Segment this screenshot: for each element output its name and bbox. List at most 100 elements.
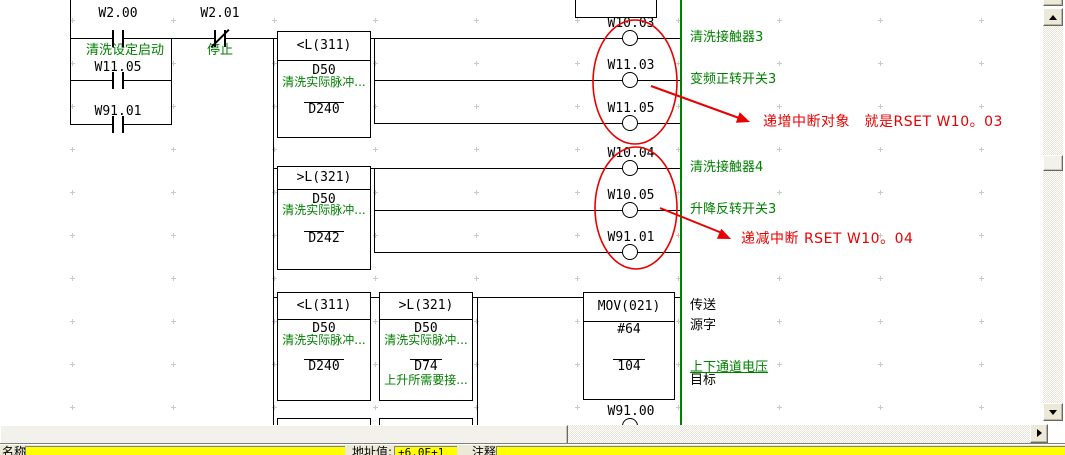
grid-mark [575, 233, 580, 238]
grid-mark [373, 276, 378, 281]
wire [374, 38, 375, 124]
horizontal-scrollbar[interactable] [0, 425, 1030, 445]
grid-mark [777, 362, 782, 367]
wire [477, 297, 478, 425]
block-operand: 上升所需要接... [380, 374, 472, 386]
grid-mark [171, 362, 176, 367]
grid-mark [575, 319, 580, 324]
grid-mark [979, 61, 984, 66]
grid-mark [474, 190, 479, 195]
scroll-down-button[interactable] [1043, 403, 1063, 421]
coil-comment: 清洗接触器4 [690, 161, 763, 174]
scroll-right-button[interactable] [1030, 424, 1048, 443]
scroll-down-icon [1049, 410, 1057, 415]
plc-ladder-editor-window: W2.00清洗设定启动W2.01停止W11.05W91.01<L(311)D50… [0, 0, 1065, 455]
coil-w10-05[interactable] [622, 202, 638, 218]
partial-block-above [575, 0, 657, 18]
block--l-311--0[interactable]: <L(311)D50清洗实际脉冲...D240 [277, 31, 371, 138]
scroll-up-icon [1049, 15, 1057, 20]
contact-w2-01[interactable] [211, 30, 229, 47]
coil-w11-03[interactable] [622, 72, 638, 88]
grid-mark [474, 104, 479, 109]
contact-bar-left [112, 116, 114, 133]
block-operand: 清洗实际脉冲... [380, 334, 472, 346]
coil-w91-01[interactable] [622, 244, 638, 260]
block-mov-021--4[interactable]: MOV(021)#64104 [583, 292, 675, 400]
grid-mark [70, 190, 75, 195]
contact-bar-right [122, 116, 124, 133]
contact-w11-05[interactable] [109, 72, 127, 89]
scroll-up-button[interactable] [1043, 8, 1063, 26]
comment-field[interactable] [496, 446, 1065, 455]
grid-mark [575, 405, 580, 410]
vertical-scroll-thumb[interactable] [1043, 155, 1063, 171]
grid-mark [474, 61, 479, 66]
ladder-canvas[interactable]: W2.00清洗设定启动W2.01停止W11.05W91.01<L(311)D50… [0, 0, 1065, 455]
coil-address-label: W11.05 [607, 103, 656, 115]
block--l-321--1[interactable]: >L(321)D50清洗实际脉冲...D242 [277, 166, 371, 270]
block-operand-overlined: D240 [304, 359, 343, 373]
grid-mark [878, 61, 883, 66]
block-operand: D240 [278, 359, 370, 373]
coil-w11-05[interactable] [622, 115, 638, 131]
coil-w10-03[interactable] [622, 30, 638, 46]
coil-address-label: W10.04 [607, 148, 656, 160]
grid-mark [474, 147, 479, 152]
grid-mark [979, 362, 984, 367]
block-operand-overlined: 104 [613, 359, 644, 373]
name-field[interactable] [25, 446, 345, 455]
grid-mark [171, 276, 176, 281]
grid-mark [777, 319, 782, 324]
address-value-field[interactable]: +6.0E+1 [394, 446, 457, 455]
block-operand: 104 [584, 359, 674, 373]
grid-mark [575, 61, 580, 66]
grid-mark [272, 18, 277, 23]
annotation-text-2: 递减中断 RSET W10。04 [741, 232, 913, 246]
grid-mark [171, 405, 176, 410]
block-operand-overlined: D74 [410, 359, 441, 373]
contact-gap [114, 79, 122, 82]
wire [374, 168, 375, 253]
grid-mark [171, 18, 176, 23]
block-operand: 清洗实际脉冲... [278, 334, 370, 346]
grid-mark [575, 18, 580, 23]
grid-mark [979, 147, 984, 152]
grid-mark [575, 190, 580, 195]
contact-w91-01[interactable] [109, 116, 127, 133]
block-title: <L(311) [278, 293, 370, 320]
block--l-311--2[interactable]: <L(311)D50清洗实际脉冲...D240 [277, 292, 371, 401]
horizontal-scroll-thumb[interactable] [0, 425, 568, 445]
grid-mark [70, 319, 75, 324]
block--l-321--3[interactable]: >L(321)D50清洗实际脉冲...D74上升所需要接... [379, 292, 473, 401]
grid-mark [373, 147, 378, 152]
contact-w2-00[interactable] [109, 30, 127, 47]
grid-mark [171, 319, 176, 324]
grid-mark [474, 276, 479, 281]
wire [171, 38, 172, 125]
status-bar: 名称: 地址值: +6.0E+1 注释: [0, 445, 1065, 455]
wire [70, 38, 277, 39]
coil-comment: 升降反转开关3 [690, 203, 776, 216]
coil-comment: 变频正转开关3 [690, 73, 776, 86]
grid-mark [777, 61, 782, 66]
grid-mark [373, 405, 378, 410]
grid-mark [979, 276, 984, 281]
right-bus-bar [680, 0, 682, 425]
grid-mark [575, 147, 580, 152]
contact-bar-left [112, 30, 114, 47]
wire [371, 297, 379, 298]
coil-w10-04[interactable] [622, 160, 638, 176]
grid-mark [878, 362, 883, 367]
block-title: >L(321) [278, 167, 370, 190]
grid-mark [979, 319, 984, 324]
annotation-arrow-1 [651, 86, 750, 123]
vertical-scroll-track[interactable] [1043, 26, 1063, 403]
scrollbar-corner [1048, 425, 1065, 445]
contact-address-label: W2.00 [97, 8, 138, 20]
block-operand: 清洗实际脉冲... [278, 204, 370, 216]
vertical-scrollbar[interactable] [1043, 8, 1063, 421]
grid-mark [878, 405, 883, 410]
block-operand: D74 [380, 359, 472, 373]
grid-mark [373, 362, 378, 367]
scroll-right-icon [1037, 429, 1042, 437]
